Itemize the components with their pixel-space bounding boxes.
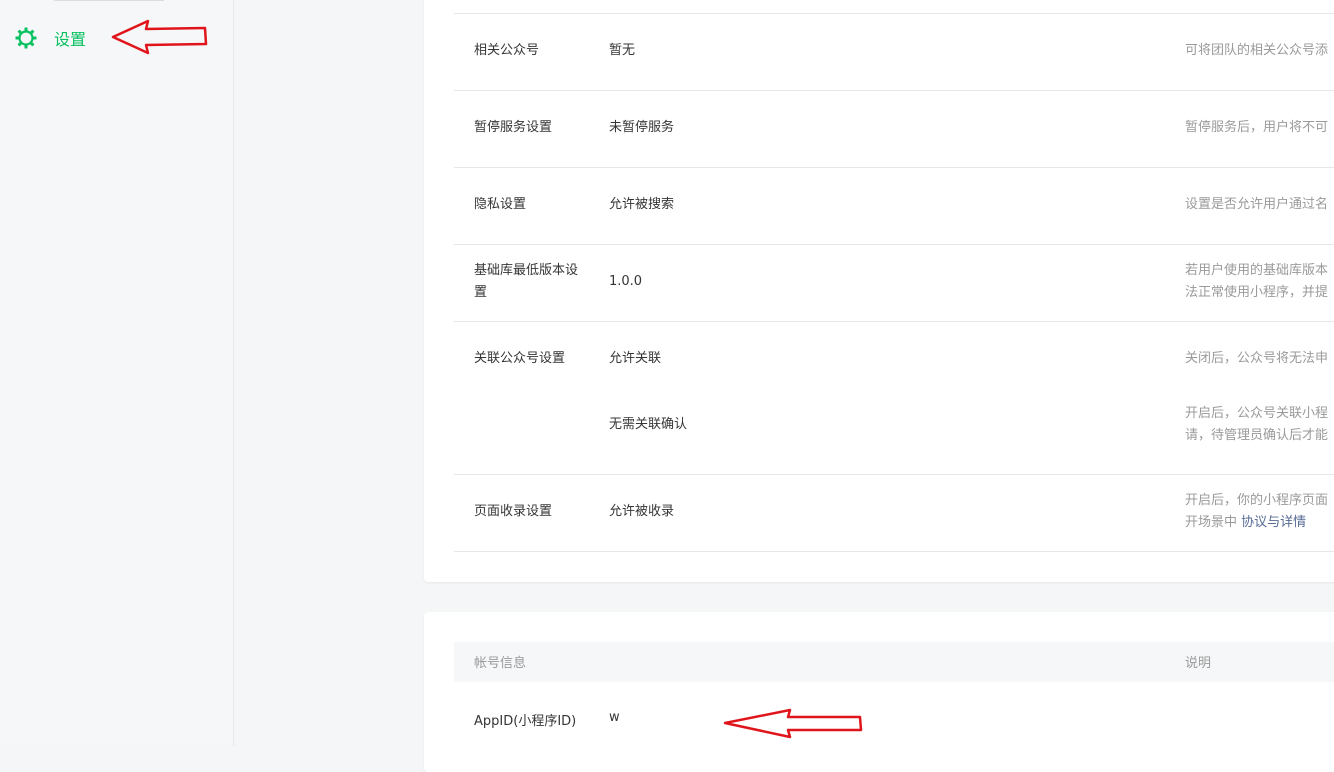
row-value: 暂无 <box>609 43 636 58</box>
row-value: 允许被收录 <box>609 504 675 519</box>
row-description: 设置是否允许用户通过名 <box>1185 197 1329 212</box>
sidebar-item-label: 设置 <box>54 30 87 49</box>
header-description: 说明 <box>1185 656 1212 671</box>
row-value: 1.0.0 <box>609 274 643 289</box>
row-description: 关闭后，公众号将无法申 <box>1185 351 1329 366</box>
row-label-line2: 置 <box>474 285 488 300</box>
row-description-line2: 法正常使用小程序，并提 <box>1185 285 1329 300</box>
settings-row: 基础库最低版本设 置 1.0.0 若用户使用的基础库版本 法正常使用小程序，并提 <box>454 245 1334 322</box>
settings-row: 暂停服务设置 未暂停服务 暂停服务后，用户将不可 <box>454 91 1334 168</box>
table-header: 帐号信息 说明 <box>454 642 1334 682</box>
appid-value: w <box>609 710 620 725</box>
row-value: 允许关联 <box>609 351 662 366</box>
row-description: 暂停服务后，用户将不可 <box>1185 120 1329 135</box>
settings-card: 相关公众号 暂无 可将团队的相关公众号添 暂停服务设置 未暂停服务 暂停服务后，… <box>424 0 1334 582</box>
row-label: 隐私设置 <box>474 197 527 212</box>
row-description-secondary: 开启后，公众号关联小程 <box>1185 406 1329 421</box>
row-label: 相关公众号 <box>474 43 540 58</box>
annotation-arrow-icon <box>111 19 208 55</box>
row-label: 页面收录设置 <box>474 504 553 519</box>
appid-label: AppID(小程序ID) <box>474 714 577 729</box>
row-value: 允许被搜索 <box>609 197 675 212</box>
settings-row: 相关公众号 暂无 可将团队的相关公众号添 <box>454 14 1334 91</box>
row-description: 可将团队的相关公众号添 <box>1185 43 1329 58</box>
row-description-text: 开场景中 <box>1185 515 1242 530</box>
header-account-info: 帐号信息 <box>474 656 527 671</box>
row-description: 开启后，你的小程序页面 <box>1185 493 1329 508</box>
row-description-line2: 开场景中 协议与详情 <box>1185 512 1334 534</box>
row-label: 关联公众号设置 <box>474 351 566 366</box>
row-value-secondary: 无需关联确认 <box>609 417 688 432</box>
settings-row <box>454 0 1334 14</box>
row-label: 暂停服务设置 <box>474 120 553 135</box>
settings-row: 关联公众号设置 允许关联 关闭后，公众号将无法申 无需关联确认 开启后，公众号关… <box>454 322 1334 475</box>
row-value: 未暂停服务 <box>609 120 675 135</box>
settings-row: 隐私设置 允许被搜索 设置是否允许用户通过名 <box>454 168 1334 245</box>
sidebar-divider <box>54 0 164 1</box>
sidebar-item-settings[interactable]: 设置 <box>14 24 86 52</box>
annotation-arrow-icon <box>723 708 863 739</box>
row-description-secondary-line2: 请，待管理员确认后才能 <box>1185 428 1329 443</box>
settings-row: 页面收录设置 允许被收录 开启后，你的小程序页面 开场景中 协议与详情 <box>454 475 1334 552</box>
account-info-card: 帐号信息 说明 AppID(小程序ID) w <box>424 612 1334 772</box>
row-description: 若用户使用的基础库版本 <box>1185 263 1329 278</box>
appid-row: AppID(小程序ID) w <box>454 700 1334 740</box>
gear-icon <box>15 27 37 49</box>
row-label: 基础库最低版本设 <box>474 263 579 278</box>
sidebar: 设置 <box>0 0 234 746</box>
agreement-link[interactable]: 协议与详情 <box>1241 515 1306 530</box>
